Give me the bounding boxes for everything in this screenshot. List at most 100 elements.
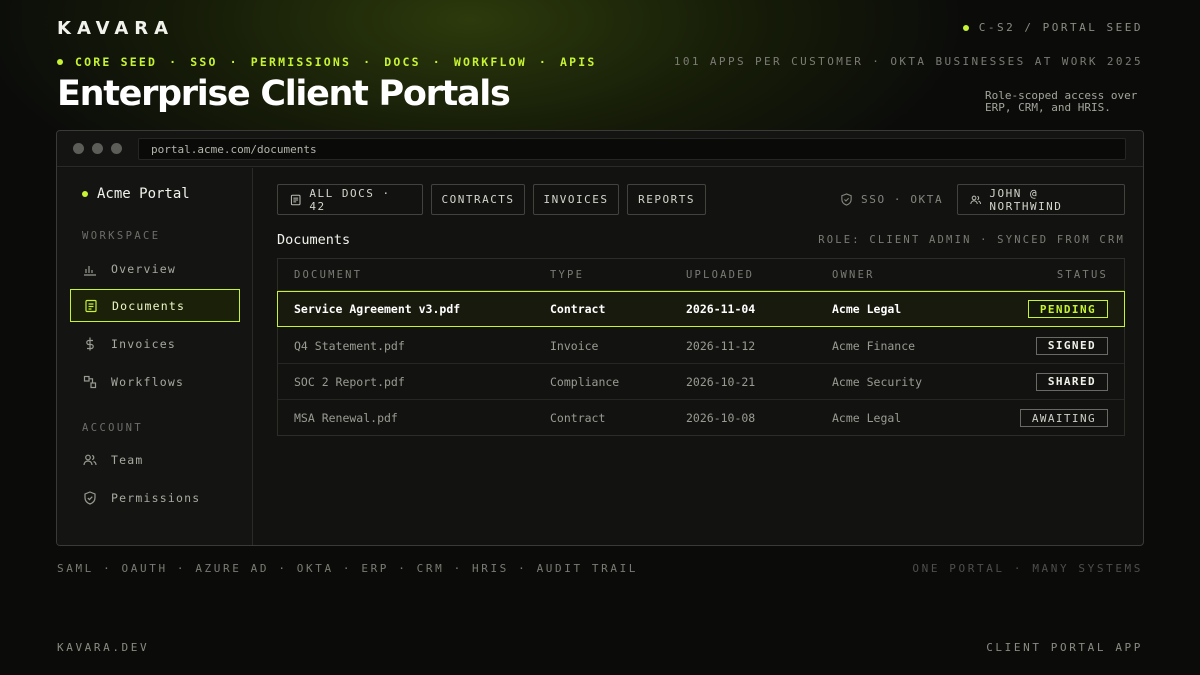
- window-close-button[interactable]: [73, 143, 84, 154]
- cell-owner: Acme Legal: [832, 302, 902, 316]
- sidebar-item-label: Documents: [112, 298, 186, 313]
- sso-indicator: SSO · OKTA: [840, 193, 943, 206]
- cell-document: MSA Renewal.pdf: [294, 411, 398, 425]
- tag-list: CORE SEED · SSO · PERMISSIONS · DOCS · W…: [57, 55, 597, 69]
- shield-icon: [84, 490, 96, 505]
- sidebar-item-workflows[interactable]: Workflows: [70, 365, 240, 398]
- tag: CORE SEED: [75, 55, 158, 69]
- role-info: ROLE: CLIENT ADMIN · SYNCED FROM CRM: [818, 234, 1125, 246]
- header-stat: 101 APPS PER CUSTOMER · OKTA BUSINESSES …: [673, 55, 1143, 68]
- page-subtitle: Role-scoped access over ERP, CRM, and HR…: [985, 89, 1138, 114]
- status-badge: AWAITING: [1019, 409, 1108, 427]
- cell-type: Compliance: [550, 374, 620, 389]
- url-bar[interactable]: portal.acme.com/documents: [138, 138, 1126, 160]
- users-icon: [970, 195, 982, 204]
- column-header-type[interactable]: TYPE: [550, 269, 584, 281]
- integrations-list: SAML · OAUTH · AZURE AD · OKTA · ERP · C…: [57, 562, 639, 575]
- tag: APIS: [560, 55, 597, 69]
- user-label: JOHN @ NORTHWIND: [989, 186, 1063, 213]
- filter-label: INVOICES: [543, 193, 609, 206]
- window-minimize-button[interactable]: [92, 143, 103, 154]
- cell-type: Invoice: [550, 338, 599, 353]
- main-content: ALL DOCS · 42 CONTRACTS INVOICES REPORTS…: [254, 168, 1143, 545]
- table-row[interactable]: Service Agreement v3.pdf Contract 2026-1…: [277, 291, 1125, 327]
- site-url: KAVARA.DEV: [57, 641, 150, 654]
- cell-uploaded: 2026-11-12: [686, 338, 756, 353]
- cell-owner: Acme Finance: [832, 338, 916, 353]
- footer-label: CLIENT PORTAL APP: [986, 641, 1143, 654]
- cell-owner: Acme Legal: [832, 411, 902, 425]
- table-row[interactable]: MSA Renewal.pdf Contract 2026-10-08 Acme…: [278, 400, 1124, 436]
- slide-code: C-S2 / PORTAL SEED: [962, 21, 1143, 34]
- window-maximize-button[interactable]: [111, 143, 122, 154]
- sso-label: SSO · OKTA: [861, 193, 944, 206]
- app-name-label: Acme Portal: [97, 186, 190, 202]
- tag-separator: ·: [229, 55, 239, 69]
- documents-table: DOCUMENT TYPE UPLOADED OWNER STATUS Serv…: [277, 258, 1125, 436]
- documents-heading: Documents: [277, 232, 351, 248]
- status-badge: PENDING: [1027, 300, 1108, 318]
- document-icon: [290, 194, 301, 205]
- filter-invoices[interactable]: INVOICES: [533, 184, 619, 215]
- cell-owner: Acme Security: [832, 374, 923, 389]
- sidebar: Acme Portal WORKSPACE Overview Documents…: [57, 168, 253, 545]
- column-header-uploaded[interactable]: UPLOADED: [686, 269, 754, 281]
- shield-icon: [841, 193, 852, 206]
- sidebar-item-label: Workflows: [111, 374, 185, 389]
- sidebar-item-team[interactable]: Team: [70, 443, 240, 476]
- sidebar-item-label: Permissions: [111, 490, 201, 505]
- sidebar-item-label: Team: [111, 452, 144, 467]
- cell-document: Service Agreement v3.pdf: [294, 302, 461, 316]
- filter-label: CONTRACTS: [441, 193, 515, 206]
- accent-dot: [57, 59, 63, 65]
- cell-uploaded: 2026-11-04: [686, 302, 756, 316]
- filter-reports[interactable]: REPORTS: [627, 184, 706, 215]
- cell-document: Q4 Statement.pdf: [294, 338, 405, 353]
- footer-tagline: ONE PORTAL · MANY SYSTEMS: [912, 562, 1143, 575]
- column-header-owner[interactable]: OWNER: [832, 269, 875, 281]
- brand-logo: KAVARA: [57, 18, 175, 39]
- browser-titlebar: portal.acme.com/documents: [57, 131, 1143, 167]
- user-menu-button[interactable]: JOHN @ NORTHWIND: [957, 184, 1125, 215]
- tag: PERMISSIONS: [250, 55, 352, 69]
- tag-separator: ·: [169, 55, 179, 69]
- accent-dot: [82, 191, 88, 197]
- tag: SSO: [190, 55, 218, 69]
- status-badge: SHARED: [1035, 372, 1108, 391]
- accent-dot: [962, 24, 969, 31]
- workflow-icon: [83, 375, 97, 388]
- tag: WORKFLOW: [453, 55, 527, 69]
- cell-type: Contract: [550, 411, 606, 425]
- dollar-icon: [86, 337, 94, 350]
- sidebar-section-workspace: WORKSPACE: [82, 230, 161, 242]
- tag-separator: ·: [363, 55, 373, 69]
- sidebar-item-overview[interactable]: Overview: [70, 252, 240, 285]
- column-header-status[interactable]: STATUS: [1057, 269, 1108, 281]
- document-icon: [85, 299, 97, 312]
- sidebar-item-label: Overview: [111, 261, 176, 276]
- users-icon: [83, 454, 97, 465]
- sidebar-item-invoices[interactable]: Invoices: [70, 327, 240, 360]
- tag-separator: ·: [432, 55, 442, 69]
- sidebar-app-name: Acme Portal: [82, 186, 190, 202]
- tag-separator: ·: [538, 55, 548, 69]
- tag: DOCS: [384, 55, 421, 69]
- bar-chart-icon: [84, 265, 96, 276]
- table-header: DOCUMENT TYPE UPLOADED OWNER STATUS: [278, 259, 1124, 291]
- page-title: Enterprise Client Portals: [57, 74, 511, 114]
- browser-window: portal.acme.com/documents Acme Portal WO…: [56, 130, 1144, 546]
- table-row[interactable]: Q4 Statement.pdf Invoice 2026-11-12 Acme…: [278, 328, 1124, 364]
- filter-contracts[interactable]: CONTRACTS: [431, 184, 525, 215]
- cell-uploaded: 2026-10-21: [686, 374, 756, 389]
- filter-all-docs[interactable]: ALL DOCS · 42: [277, 184, 423, 215]
- filter-label: ALL DOCS · 42: [309, 186, 391, 213]
- status-badge: SIGNED: [1035, 336, 1108, 355]
- sidebar-item-permissions[interactable]: Permissions: [70, 481, 240, 514]
- slide-code-text: C-S2 / PORTAL SEED: [978, 21, 1143, 34]
- cell-document: SOC 2 Report.pdf: [294, 374, 405, 389]
- table-row[interactable]: SOC 2 Report.pdf Compliance 2026-10-21 A…: [278, 364, 1124, 400]
- sidebar-item-documents[interactable]: Documents: [70, 289, 240, 322]
- cell-type: Contract: [550, 302, 606, 316]
- sidebar-section-account: ACCOUNT: [82, 422, 144, 434]
- column-header-document[interactable]: DOCUMENT: [294, 269, 362, 281]
